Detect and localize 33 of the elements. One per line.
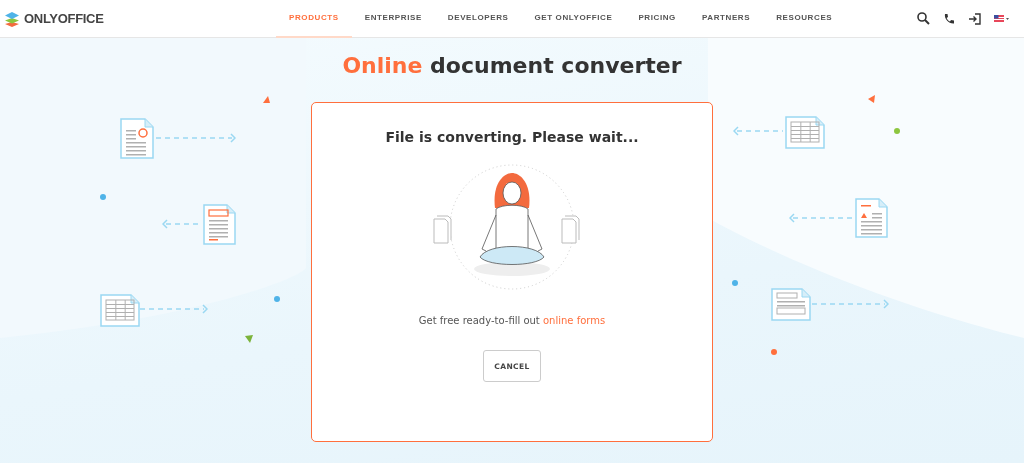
triangle-icon — [245, 335, 254, 344]
nav-tab[interactable]: PARTNERS — [688, 0, 764, 38]
nav-tab[interactable]: RESOURCES — [763, 0, 846, 38]
logo-icon — [4, 10, 20, 27]
phone-icon[interactable] — [943, 12, 955, 25]
nav-tab[interactable]: ENTERPRISE — [351, 0, 435, 38]
nav-tab[interactable]: PRICING — [625, 0, 689, 38]
sign-in-icon[interactable] — [968, 12, 981, 25]
document-icon — [100, 294, 140, 327]
document-icon — [120, 118, 154, 159]
logo-text[interactable]: ONLYOFFICE — [24, 11, 104, 26]
document-icon — [771, 288, 811, 321]
promo-text: Get free ready-to-fill out online forms — [418, 315, 606, 326]
nav-tab[interactable]: GET ONLYOFFICE — [521, 0, 626, 38]
dot-icon — [894, 128, 900, 134]
page-title: Online document converter — [342, 52, 682, 80]
dashed-arrow — [789, 213, 853, 223]
dot-icon — [771, 349, 777, 355]
flag-icon[interactable] — [994, 14, 1010, 23]
document-icon — [203, 204, 236, 245]
dashed-arrow — [733, 126, 783, 136]
status-heading: File is converting. Please wait... — [385, 129, 639, 145]
dashed-arrow — [162, 219, 200, 229]
triangle-icon — [867, 95, 876, 104]
search-icon[interactable] — [917, 12, 930, 25]
triangle-icon — [262, 95, 271, 104]
dot-icon — [274, 296, 280, 302]
document-icon — [855, 198, 888, 238]
dashed-arrow — [140, 304, 208, 314]
document-icon — [785, 116, 825, 149]
dot-icon — [100, 194, 106, 200]
nav-tab[interactable]: DEVELOPERS — [434, 0, 522, 38]
dot-icon — [732, 280, 738, 286]
